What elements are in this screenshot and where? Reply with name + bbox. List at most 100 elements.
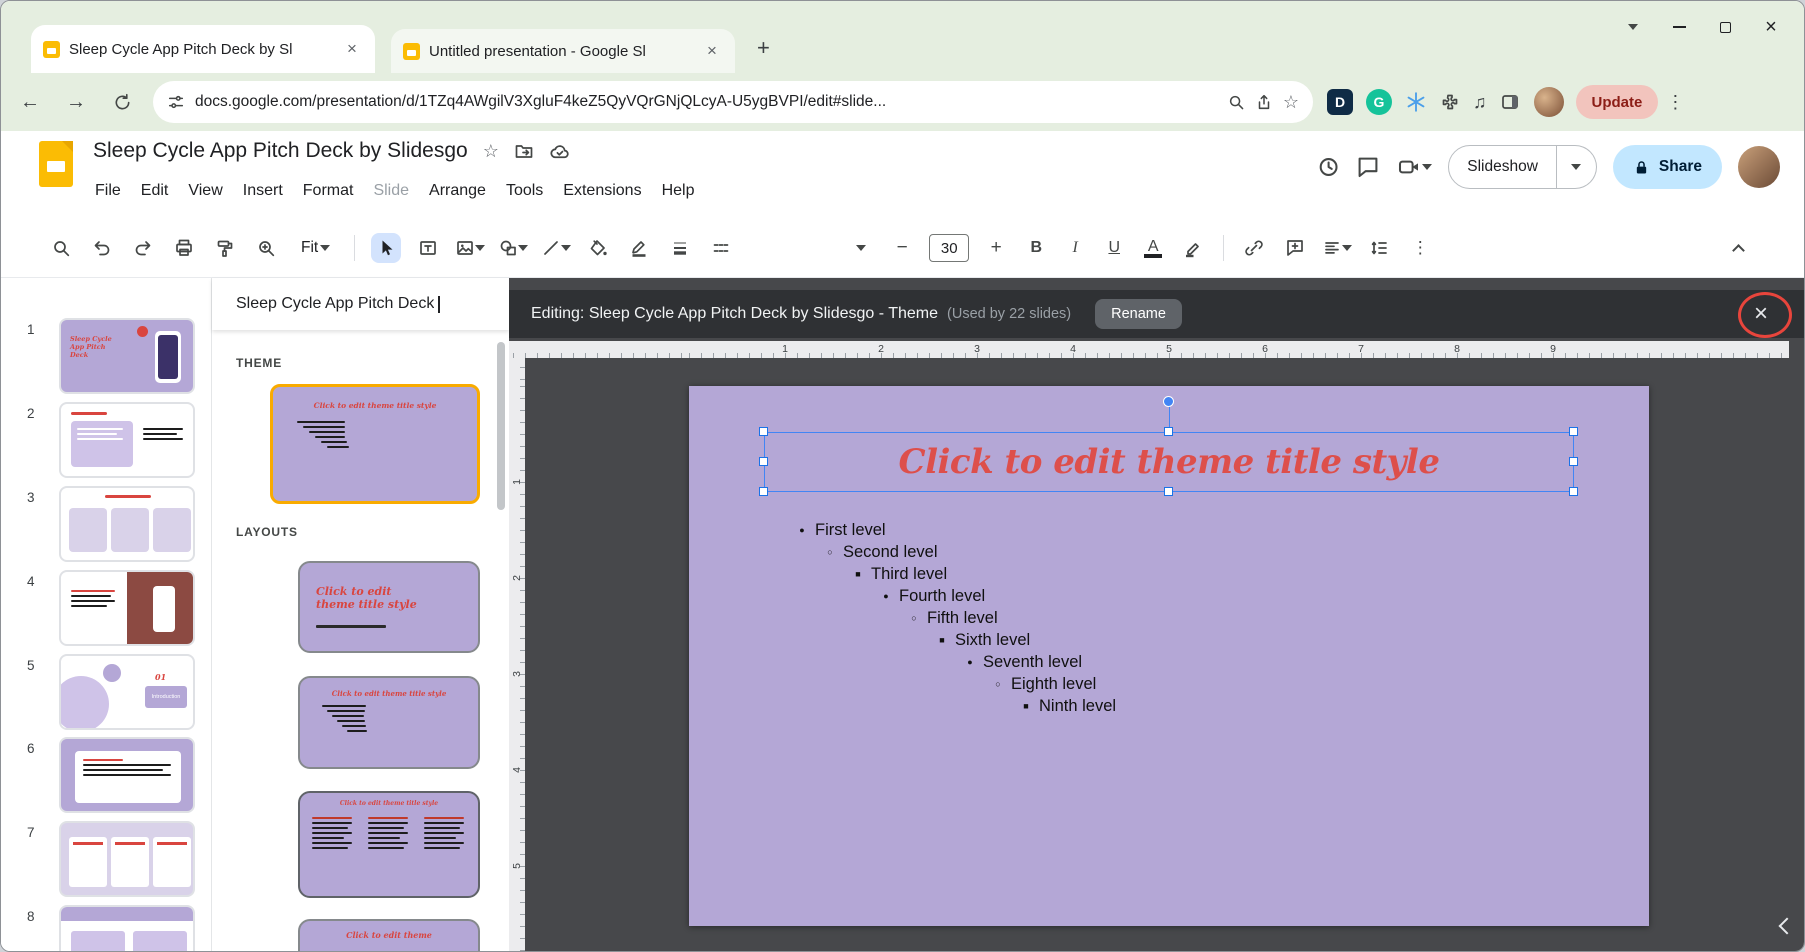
slideshow-button[interactable]: Slideshow (1448, 145, 1557, 189)
zoom-tool-icon[interactable] (252, 233, 280, 263)
side-panel-icon[interactable] (1500, 92, 1520, 112)
chrome-update-button[interactable]: Update (1576, 85, 1659, 119)
select-tool-icon[interactable] (371, 233, 401, 263)
theme-master-thumbnail[interactable]: Click to edit theme title style (270, 384, 480, 504)
new-tab-button[interactable]: + (757, 35, 770, 61)
panel-scrollbar[interactable] (497, 342, 505, 510)
puzzle-extensions-icon[interactable] (1440, 92, 1460, 112)
menu-format[interactable]: Format (293, 177, 364, 205)
back-button[interactable]: ← (13, 85, 47, 119)
slideshow-dropdown[interactable] (1557, 145, 1597, 189)
window-close-button[interactable]: × (1748, 11, 1794, 43)
theme-title-text[interactable]: Click to edit theme title style (765, 433, 1573, 491)
increase-font-icon[interactable]: + (982, 233, 1010, 263)
menu-arrange[interactable]: Arrange (419, 177, 496, 205)
tune-icon[interactable] (167, 93, 185, 111)
deepl-extension-icon[interactable]: D (1327, 89, 1353, 115)
share-page-icon[interactable] (1255, 93, 1273, 111)
slide-thumbnail-1[interactable]: Sleep Cycle App Pitch Deck (59, 318, 195, 394)
slide-thumbnail-5[interactable]: 01 Introduction (59, 654, 195, 730)
border-weight-icon[interactable] (666, 233, 694, 263)
rotation-handle[interactable] (1163, 396, 1174, 407)
underline-button[interactable]: U (1101, 239, 1127, 257)
border-dash-icon[interactable] (707, 233, 735, 263)
undo-icon[interactable] (88, 233, 116, 263)
resize-handle-se[interactable] (1569, 487, 1578, 496)
text-box-icon[interactable] (414, 233, 442, 263)
menu-file[interactable]: File (85, 177, 131, 205)
tab-close-icon[interactable]: × (701, 40, 723, 62)
tab-untitled-presentation[interactable]: Untitled presentation - Google Sl × (391, 29, 735, 73)
resize-handle-sw[interactable] (759, 487, 768, 496)
slide-thumbnail-7[interactable] (59, 821, 195, 897)
menu-help[interactable]: Help (652, 177, 705, 205)
minimize-button[interactable] (1656, 11, 1702, 43)
document-title[interactable]: Sleep Cycle App Pitch Deck by Slidesgo (93, 139, 468, 163)
tab-search-icon[interactable] (1610, 11, 1656, 43)
browser-profile-avatar[interactable] (1534, 87, 1564, 117)
bold-button[interactable]: B (1023, 239, 1049, 257)
hide-menus-icon[interactable] (1724, 233, 1752, 263)
star-document-icon[interactable]: ☆ (483, 141, 499, 162)
add-comment-icon[interactable] (1281, 233, 1309, 263)
layout-thumbnail-4[interactable]: Click to edit theme (298, 919, 480, 952)
resize-handle-w[interactable] (759, 457, 768, 466)
tab-current-presentation[interactable]: Sleep Cycle App Pitch Deck by Sl × (31, 25, 375, 73)
resize-handle-e[interactable] (1569, 457, 1578, 466)
layout-thumbnail-2[interactable]: Click to edit theme title style (298, 676, 480, 769)
redo-icon[interactable] (129, 233, 157, 263)
slides-logo[interactable] (39, 141, 73, 187)
body-placeholder-text[interactable]: ●First level ○Second level ■Third level … (793, 519, 1116, 717)
resize-handle-ne[interactable] (1569, 427, 1578, 436)
music-extension-icon[interactable]: ♫ (1473, 92, 1487, 113)
version-history-icon[interactable] (1316, 155, 1340, 179)
account-avatar[interactable] (1738, 146, 1780, 188)
insert-link-icon[interactable] (1240, 233, 1268, 263)
url-text[interactable]: docs.google.com/presentation/d/1TZq4AWgi… (195, 93, 1217, 111)
cloud-status-icon[interactable] (549, 141, 570, 162)
fill-color-icon[interactable] (584, 233, 612, 263)
text-color-button[interactable]: A (1144, 239, 1162, 258)
resize-handle-nw[interactable] (759, 427, 768, 436)
insert-image-icon[interactable] (455, 233, 485, 263)
resize-handle-s[interactable] (1164, 487, 1173, 496)
resize-handle-n[interactable] (1164, 427, 1173, 436)
title-placeholder-box[interactable]: Click to edit theme title style (764, 432, 1574, 492)
more-options-icon[interactable]: ⋮ (1406, 233, 1434, 263)
reload-button[interactable] (105, 85, 139, 119)
comments-icon[interactable] (1356, 155, 1380, 179)
theme-name-header[interactable]: Sleep Cycle App Pitch Deck (212, 278, 509, 330)
forward-button[interactable]: → (59, 85, 93, 119)
slide-thumbnail-4[interactable] (59, 570, 195, 646)
zoom-icon[interactable] (1227, 93, 1245, 111)
bookmark-star-icon[interactable]: ☆ (1283, 92, 1299, 113)
menu-extensions[interactable]: Extensions (553, 177, 651, 205)
share-button[interactable]: Share (1613, 145, 1722, 189)
paint-format-icon[interactable] (211, 233, 239, 263)
slide-thumbnail-2[interactable] (59, 402, 195, 478)
layout-thumbnail-1[interactable]: Click to edit theme title style (298, 561, 480, 653)
insert-shape-icon[interactable] (498, 233, 528, 263)
slide-thumbnail-3[interactable] (59, 486, 195, 562)
align-icon[interactable] (1322, 233, 1352, 263)
slide-thumbnail-8[interactable] (59, 905, 195, 952)
theme-name-field[interactable]: Sleep Cycle App Pitch Deck (236, 295, 434, 313)
snowflake-extension-icon[interactable] (1405, 91, 1427, 113)
decrease-font-icon[interactable]: − (888, 233, 916, 263)
search-menus-icon[interactable] (47, 233, 75, 263)
menu-slide[interactable]: Slide (363, 177, 419, 205)
highlight-color-icon[interactable] (1179, 233, 1207, 263)
print-icon[interactable] (170, 233, 198, 263)
meet-camera-button[interactable] (1396, 155, 1432, 179)
menu-insert[interactable]: Insert (233, 177, 293, 205)
insert-line-icon[interactable] (541, 233, 571, 263)
move-folder-icon[interactable] (514, 141, 534, 161)
rename-button[interactable]: Rename (1095, 299, 1182, 329)
text-style-dropdown[interactable] (847, 233, 875, 263)
line-spacing-icon[interactable] (1365, 233, 1393, 263)
font-size-field[interactable]: 30 (929, 234, 969, 262)
border-color-icon[interactable] (625, 233, 653, 263)
menu-edit[interactable]: Edit (131, 177, 179, 205)
grammarly-extension-icon[interactable]: G (1366, 89, 1392, 115)
browser-menu-icon[interactable]: ⋮ (1666, 92, 1685, 113)
